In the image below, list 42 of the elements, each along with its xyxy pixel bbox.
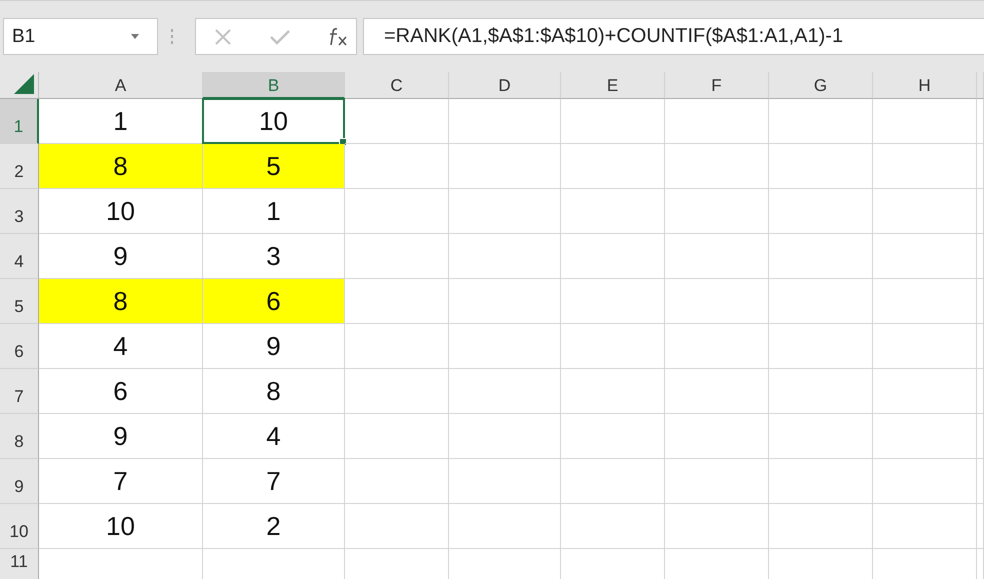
table-cell: 2 [203, 504, 345, 549]
formula-field[interactable]: =RANK(A1,$A$1:$A$10)+COUNTIF($A$1:A1,A1)-1 [363, 18, 984, 55]
column-header[interactable]: B [203, 72, 345, 99]
table-cell: 9 [203, 324, 345, 369]
column-header[interactable]: A [39, 72, 203, 99]
row-header[interactable]: 9 [14, 477, 24, 497]
name-box[interactable]: B1 [3, 18, 158, 55]
table-cell: 5 [203, 144, 345, 189]
caret-icon [131, 34, 139, 39]
table-cell: 8 [39, 144, 203, 189]
table-cell: 10 [39, 504, 203, 549]
row-header[interactable]: 2 [14, 162, 24, 182]
row-header[interactable]: 4 [14, 252, 24, 272]
table-cell: 6 [203, 279, 345, 324]
table-cell: 8 [39, 279, 203, 324]
table-cell: 1 [203, 189, 345, 234]
row-header[interactable]: 6 [14, 342, 24, 362]
function-icon[interactable] [328, 28, 348, 46]
row-header[interactable]: 1 [14, 117, 24, 137]
table-cell: 4 [203, 414, 345, 459]
row-header[interactable]: 7 [14, 387, 24, 407]
column-header[interactable]: D [449, 72, 561, 99]
column-header[interactable]: C [345, 72, 449, 99]
column-header[interactable]: H [873, 72, 977, 99]
row-header[interactable]: 5 [14, 297, 24, 317]
table-cell: 9 [39, 414, 203, 459]
column-header[interactable] [977, 72, 984, 99]
check-icon[interactable] [270, 28, 290, 44]
row-header[interactable]: 3 [14, 207, 24, 227]
cancel-icon[interactable] [214, 28, 232, 46]
table-cell: 7 [203, 459, 345, 504]
table-cell: 6 [39, 369, 203, 414]
table-cell: 10 [39, 189, 203, 234]
table-cell: 4 [39, 324, 203, 369]
table-cell: 7 [39, 459, 203, 504]
column-header[interactable]: G [769, 72, 873, 99]
grip-icon [170, 29, 174, 45]
row-header[interactable]: 8 [14, 432, 24, 452]
column-header[interactable]: F [665, 72, 769, 99]
table-cell: 8 [203, 369, 345, 414]
column-header[interactable]: E [561, 72, 665, 99]
select-all-icon[interactable] [14, 74, 34, 94]
